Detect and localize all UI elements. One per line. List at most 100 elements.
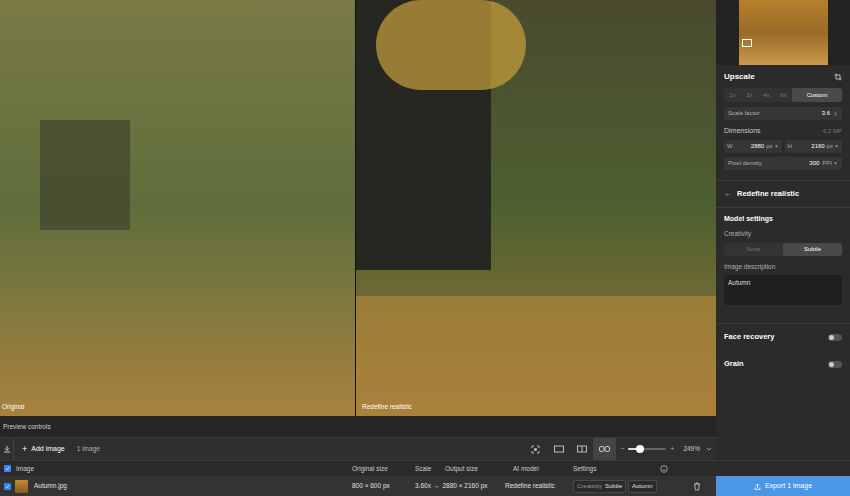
single-view-button[interactable] bbox=[547, 438, 570, 460]
smiley-icon[interactable] bbox=[660, 465, 668, 473]
navigator bbox=[716, 0, 850, 65]
trash-icon[interactable] bbox=[693, 482, 701, 491]
toggle-label: Grain bbox=[724, 358, 744, 369]
model-header[interactable]: ← Redefine realistic bbox=[716, 181, 850, 207]
divider bbox=[716, 180, 850, 181]
navigator-thumbnail[interactable] bbox=[739, 0, 828, 65]
crop-icon[interactable] bbox=[834, 73, 842, 81]
scale-option[interactable]: 1x bbox=[724, 88, 741, 102]
fit-button[interactable] bbox=[524, 438, 547, 460]
original-label: Original bbox=[2, 402, 24, 412]
caret-down-icon[interactable] bbox=[834, 144, 839, 149]
pixel-density-label: Pixel density bbox=[728, 159, 762, 168]
toggle-row: Grain bbox=[716, 351, 850, 378]
scale-options: 1x 2x 4x 6x Custom bbox=[724, 88, 842, 102]
side-by-side-button[interactable] bbox=[593, 438, 616, 460]
export-button[interactable]: Export 1 image bbox=[716, 476, 850, 496]
scale-option[interactable]: 4x bbox=[758, 88, 775, 102]
column-header[interactable]: Original size bbox=[352, 464, 415, 474]
creativity-label: Creativity bbox=[724, 229, 842, 239]
leaf-litter bbox=[356, 296, 716, 416]
description-tag: Autumn bbox=[628, 480, 657, 493]
zoom-track[interactable] bbox=[628, 448, 666, 450]
download-button[interactable] bbox=[0, 438, 14, 460]
scale-factor-label: Scale factor bbox=[728, 109, 760, 118]
model-title: Redefine realistic bbox=[737, 188, 799, 199]
preview-controls-label[interactable]: Preview controls bbox=[3, 422, 51, 432]
zoom-reading[interactable]: 249% bbox=[683, 444, 700, 454]
scale-option-label[interactable]: 6x bbox=[780, 91, 786, 100]
caret-down-icon[interactable] bbox=[833, 161, 838, 166]
column-header[interactable]: Output size bbox=[433, 464, 505, 474]
scale-option[interactable]: 2x bbox=[741, 88, 758, 102]
creativity-option-label[interactable]: None bbox=[746, 245, 760, 254]
view-modes bbox=[524, 438, 616, 460]
caret-down-icon[interactable] bbox=[774, 144, 779, 149]
scale-factor-field[interactable]: Scale factor 3.6 bbox=[724, 107, 842, 120]
check-icon bbox=[5, 466, 10, 471]
scale-option[interactable]: 6x bbox=[775, 88, 792, 102]
result-preview[interactable]: Redefine realistic bbox=[356, 0, 716, 416]
add-image-label[interactable]: Add image bbox=[31, 444, 64, 455]
pixel-block bbox=[40, 120, 130, 230]
column-header[interactable]: Settings bbox=[570, 464, 655, 474]
description-value[interactable]: Autumn bbox=[728, 279, 750, 286]
viewport-frame[interactable] bbox=[742, 39, 752, 47]
image-name: Autumn.jpg bbox=[34, 481, 67, 491]
pixel-density-field[interactable]: Pixel density 300 PPI bbox=[724, 157, 842, 170]
scale-factor-value[interactable]: 3.6 bbox=[822, 109, 830, 118]
description-field[interactable]: Autumn bbox=[724, 275, 842, 305]
column-header[interactable]: Scale bbox=[415, 464, 433, 474]
upscale-title: Upscale bbox=[724, 71, 755, 83]
pixel-density-unit[interactable]: PPI bbox=[822, 159, 832, 168]
creativity-option[interactable]: Subtle bbox=[783, 243, 842, 256]
description-label: Image description bbox=[724, 262, 842, 272]
arrow-icon: → bbox=[433, 481, 440, 491]
height-field[interactable]: H 2160 px bbox=[785, 140, 843, 153]
export-label[interactable]: Export 1 image bbox=[765, 481, 812, 492]
column-header[interactable]: AI model bbox=[505, 464, 570, 474]
upscale-section: Upscale 1x 2x 4x 6x Custom Scale factor … bbox=[716, 65, 850, 170]
check-icon bbox=[5, 484, 10, 489]
scale-option[interactable]: Custom bbox=[792, 88, 842, 102]
split-view-button[interactable] bbox=[570, 438, 593, 460]
dimension-fields: W 2880 px H 2160 px bbox=[724, 140, 842, 153]
single-view-icon[interactable] bbox=[554, 445, 564, 453]
table-row[interactable]: Autumn.jpg 800 × 600 px 3.60x → 2880 × 2… bbox=[0, 476, 850, 496]
width-field[interactable]: W 2880 px bbox=[724, 140, 782, 153]
height-value[interactable]: 2160 bbox=[811, 142, 824, 151]
width-value[interactable]: 2880 bbox=[751, 142, 764, 151]
split-view-icon[interactable] bbox=[577, 445, 587, 453]
zoom-knob[interactable] bbox=[636, 445, 644, 453]
creativity-option-label[interactable]: Subtle bbox=[804, 245, 821, 254]
pixel-density-value[interactable]: 300 bbox=[809, 159, 819, 168]
chevron-right-icon[interactable] bbox=[833, 111, 838, 117]
select-all-checkbox[interactable] bbox=[4, 465, 11, 472]
chevron-down-icon[interactable] bbox=[706, 446, 712, 452]
scale-option-label[interactable]: Custom bbox=[807, 91, 828, 100]
scale-option-label[interactable]: 4x bbox=[763, 91, 769, 100]
side-by-side-icon[interactable] bbox=[599, 445, 610, 453]
add-image-button[interactable]: + Add image bbox=[22, 444, 65, 455]
back-arrow-icon[interactable]: ← bbox=[724, 190, 732, 198]
grain-toggle[interactable] bbox=[828, 361, 842, 368]
width-unit[interactable]: px bbox=[766, 142, 772, 151]
download-icon[interactable] bbox=[3, 445, 11, 453]
scale-option-label[interactable]: 1x bbox=[729, 91, 735, 100]
tag-value: Autumn bbox=[632, 483, 653, 489]
row-checkbox[interactable] bbox=[4, 483, 11, 490]
scale-option-label[interactable]: 2x bbox=[746, 91, 752, 100]
original-preview[interactable]: Original bbox=[0, 0, 355, 416]
height-unit[interactable]: px bbox=[827, 142, 833, 151]
divider bbox=[716, 207, 850, 208]
preview[interactable]: Original Redefine realistic bbox=[0, 0, 716, 416]
zoom-out-button[interactable]: − bbox=[620, 444, 624, 455]
export-icon[interactable] bbox=[754, 483, 761, 490]
preview-controls-bar[interactable]: Preview controls bbox=[0, 416, 716, 437]
fit-icon[interactable] bbox=[531, 445, 540, 454]
column-header[interactable]: Image bbox=[14, 464, 352, 474]
plus-icon[interactable]: + bbox=[22, 445, 27, 454]
zoom-in-button[interactable]: + bbox=[670, 444, 674, 455]
creativity-option[interactable]: None bbox=[724, 243, 783, 256]
face-recovery-toggle[interactable] bbox=[828, 334, 842, 341]
